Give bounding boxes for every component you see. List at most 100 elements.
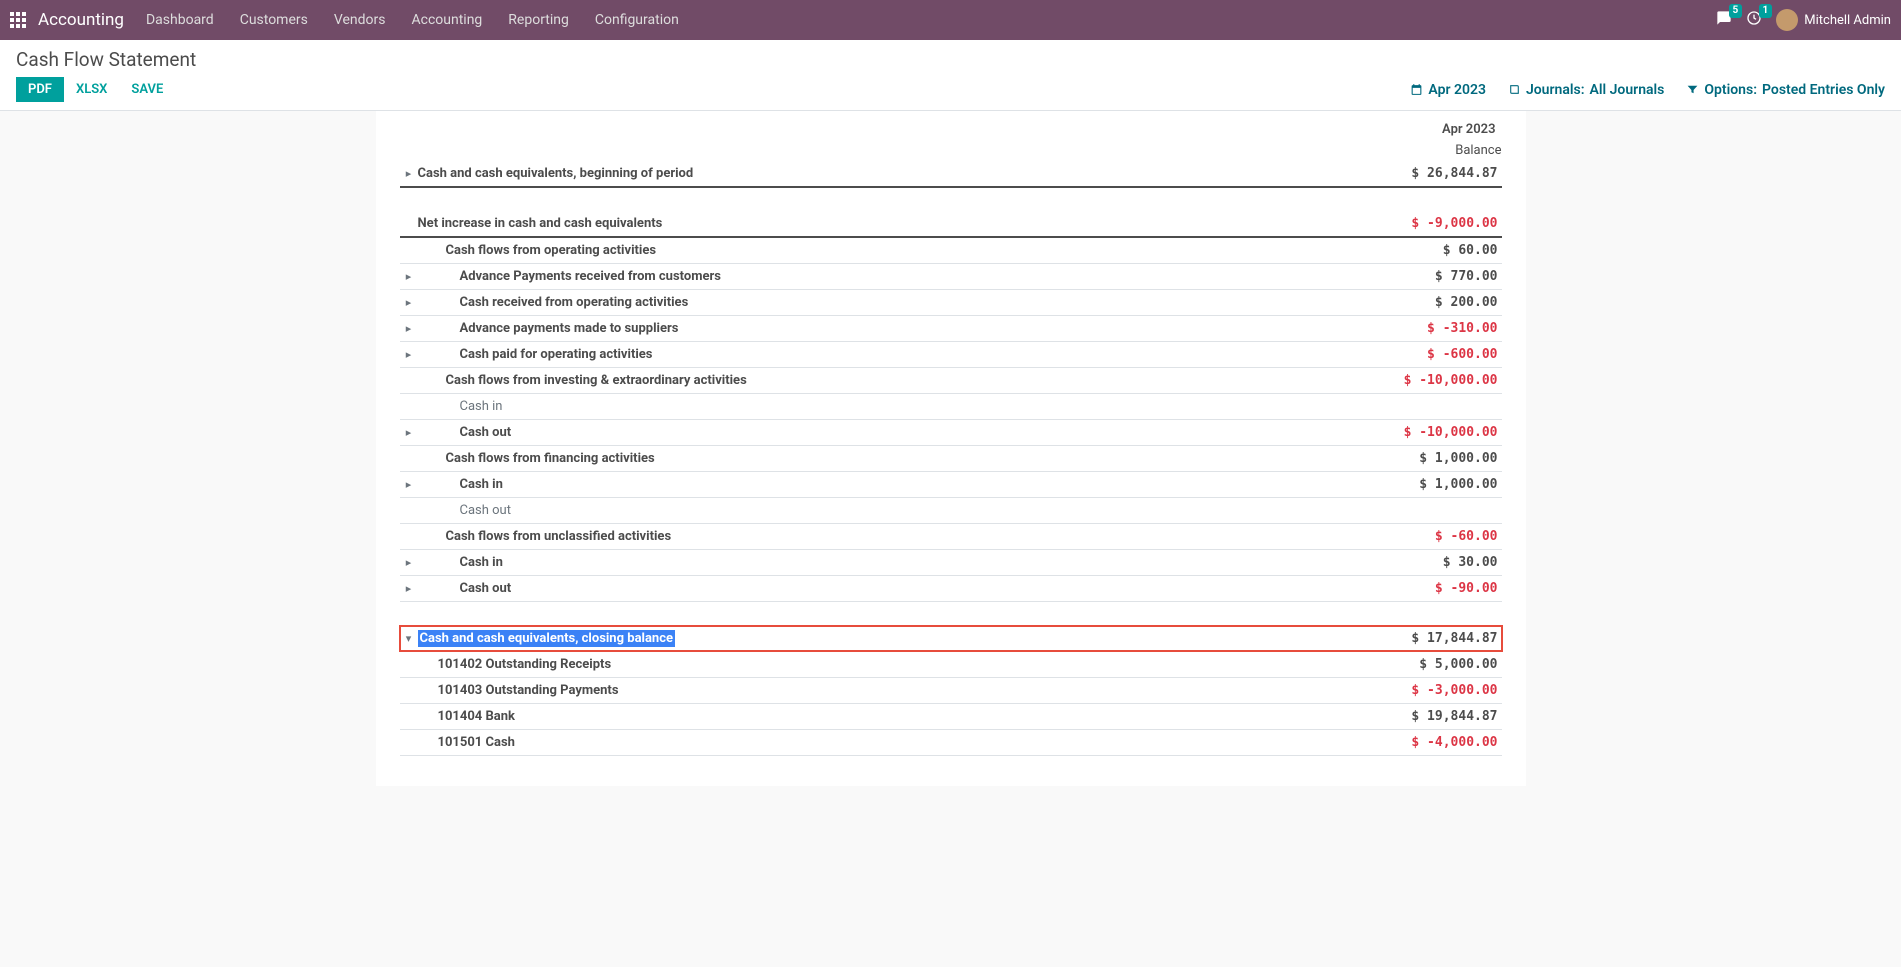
row-label: Advance Payments received from customers	[418, 264, 1362, 290]
row-label: Cash in	[418, 472, 1362, 498]
expand-caret[interactable]	[400, 576, 418, 602]
app-brand[interactable]: Accounting	[38, 10, 124, 30]
row-amount: $ 1,000.00	[1362, 472, 1502, 498]
menu-accounting[interactable]: Accounting	[411, 12, 482, 28]
menu-vendors[interactable]: Vendors	[334, 12, 386, 28]
report-table: Cash and cash equivalents, beginning of …	[400, 161, 1502, 756]
row-amount: $ -310.00	[1362, 316, 1502, 342]
row-label: Cash flows from investing & extraordinar…	[418, 368, 1362, 394]
control-panel: Cash Flow Statement PDF XLSX SAVE Apr 20…	[0, 40, 1901, 111]
report-row[interactable]: Advance payments made to suppliers$ -310…	[400, 316, 1502, 342]
report-row[interactable]: Cash flows from operating activities$ 60…	[400, 237, 1502, 264]
expand-caret	[400, 524, 418, 550]
row-label: 101501 Cash	[418, 729, 1362, 755]
report-row[interactable]: Cash and cash equivalents, closing balan…	[400, 626, 1502, 652]
row-label: 101403 Outstanding Payments	[418, 677, 1362, 703]
row-label: Net increase in cash and cash equivalent…	[418, 211, 1362, 237]
row-label: 101402 Outstanding Receipts	[418, 651, 1362, 677]
report-row[interactable]: Cash in$ 30.00	[400, 550, 1502, 576]
row-label: Cash out	[418, 420, 1362, 446]
expand-caret	[400, 394, 418, 420]
row-label: Cash out	[418, 498, 1362, 524]
expand-caret[interactable]	[400, 420, 418, 446]
filter-icon	[1686, 83, 1699, 96]
expand-caret	[400, 211, 418, 237]
report-container: Apr 2023 Balance Cash and cash equivalen…	[376, 111, 1526, 786]
expand-caret[interactable]	[400, 550, 418, 576]
report-row[interactable]: 101404 Bank$ 19,844.87	[400, 703, 1502, 729]
expand-caret[interactable]	[400, 290, 418, 316]
expand-caret	[400, 446, 418, 472]
report-row[interactable]: Cash paid for operating activities$ -600…	[400, 342, 1502, 368]
row-amount: $ 17,844.87	[1362, 626, 1502, 652]
expand-caret[interactable]	[400, 161, 418, 187]
report-row[interactable]: Cash and cash equivalents, beginning of …	[400, 161, 1502, 187]
row-label: Cash out	[418, 576, 1362, 602]
row-amount: $ 1,000.00	[1362, 446, 1502, 472]
report-row[interactable]: Cash out$ -90.00	[400, 576, 1502, 602]
report-row[interactable]: Cash flows from investing & extraordinar…	[400, 368, 1502, 394]
filter-journals[interactable]: Journals: All Journals	[1508, 82, 1664, 98]
report-row[interactable]: Cash out	[400, 498, 1502, 524]
activities-badge: 1	[1759, 4, 1773, 18]
row-amount: $ 5,000.00	[1362, 651, 1502, 677]
apps-icon[interactable]	[10, 12, 26, 28]
row-label: Cash flows from unclassified activities	[418, 524, 1362, 550]
report-row[interactable]: Cash flows from unclassified activities$…	[400, 524, 1502, 550]
report-row[interactable]: 101501 Cash$ -4,000.00	[400, 729, 1502, 755]
filter-options[interactable]: Options:Posted Entries Only	[1686, 82, 1885, 98]
expand-caret	[400, 651, 418, 677]
row-label: Cash received from operating activities	[418, 290, 1362, 316]
row-amount: $ 770.00	[1362, 264, 1502, 290]
report-row[interactable]: 101403 Outstanding Payments$ -3,000.00	[400, 677, 1502, 703]
report-row[interactable]: Advance Payments received from customers…	[400, 264, 1502, 290]
row-amount: $ 200.00	[1362, 290, 1502, 316]
row-label: Cash in	[418, 550, 1362, 576]
report-row[interactable]: 101402 Outstanding Receipts$ 5,000.00	[400, 651, 1502, 677]
report-row[interactable]: Cash out$ -10,000.00	[400, 420, 1502, 446]
menu-reporting[interactable]: Reporting	[508, 12, 569, 28]
expand-caret[interactable]	[400, 342, 418, 368]
filter-period[interactable]: Apr 2023	[1410, 82, 1486, 98]
user-menu[interactable]: Mitchell Admin	[1776, 9, 1891, 31]
pdf-button[interactable]: PDF	[16, 77, 64, 102]
row-amount: $ 30.00	[1362, 550, 1502, 576]
save-button[interactable]: SAVE	[119, 77, 175, 102]
xlsx-button[interactable]: XLSX	[64, 77, 119, 102]
row-label: 101404 Bank	[418, 703, 1362, 729]
row-label: Advance payments made to suppliers	[418, 316, 1362, 342]
report-row[interactable]: Cash received from operating activities$…	[400, 290, 1502, 316]
expand-caret[interactable]	[400, 264, 418, 290]
row-amount: $ 26,844.87	[1362, 161, 1502, 187]
row-amount: $ -9,000.00	[1362, 211, 1502, 237]
expand-caret	[400, 677, 418, 703]
activities-icon[interactable]: 1	[1746, 10, 1762, 30]
messages-icon[interactable]: 5	[1716, 10, 1732, 30]
page-title: Cash Flow Statement	[16, 48, 1885, 71]
row-amount: $ 19,844.87	[1362, 703, 1502, 729]
report-row[interactable]: Cash flows from financing activities$ 1,…	[400, 446, 1502, 472]
row-amount: $ -60.00	[1362, 524, 1502, 550]
row-label: Cash flows from operating activities	[418, 237, 1362, 264]
expand-caret	[400, 498, 418, 524]
main-navbar: Accounting Dashboard Customers Vendors A…	[0, 0, 1901, 40]
row-label: Cash and cash equivalents, closing balan…	[418, 626, 1362, 652]
menu-dashboard[interactable]: Dashboard	[146, 12, 214, 28]
expand-caret[interactable]	[400, 472, 418, 498]
expand-caret[interactable]	[400, 316, 418, 342]
menu-customers[interactable]: Customers	[240, 12, 308, 28]
row-amount: $ 60.00	[1362, 237, 1502, 264]
expand-caret	[400, 729, 418, 755]
report-row[interactable]: Cash in	[400, 394, 1502, 420]
menu-configuration[interactable]: Configuration	[595, 12, 679, 28]
book-icon	[1508, 83, 1521, 96]
expand-caret	[400, 368, 418, 394]
report-row[interactable]: Net increase in cash and cash equivalent…	[400, 211, 1502, 237]
avatar	[1776, 9, 1798, 31]
row-amount: $ -600.00	[1362, 342, 1502, 368]
row-amount: $ -10,000.00	[1362, 420, 1502, 446]
report-row[interactable]: Cash in$ 1,000.00	[400, 472, 1502, 498]
row-label: Cash in	[418, 394, 1362, 420]
column-period: Apr 2023	[1442, 122, 1495, 137]
expand-caret[interactable]	[400, 626, 418, 652]
